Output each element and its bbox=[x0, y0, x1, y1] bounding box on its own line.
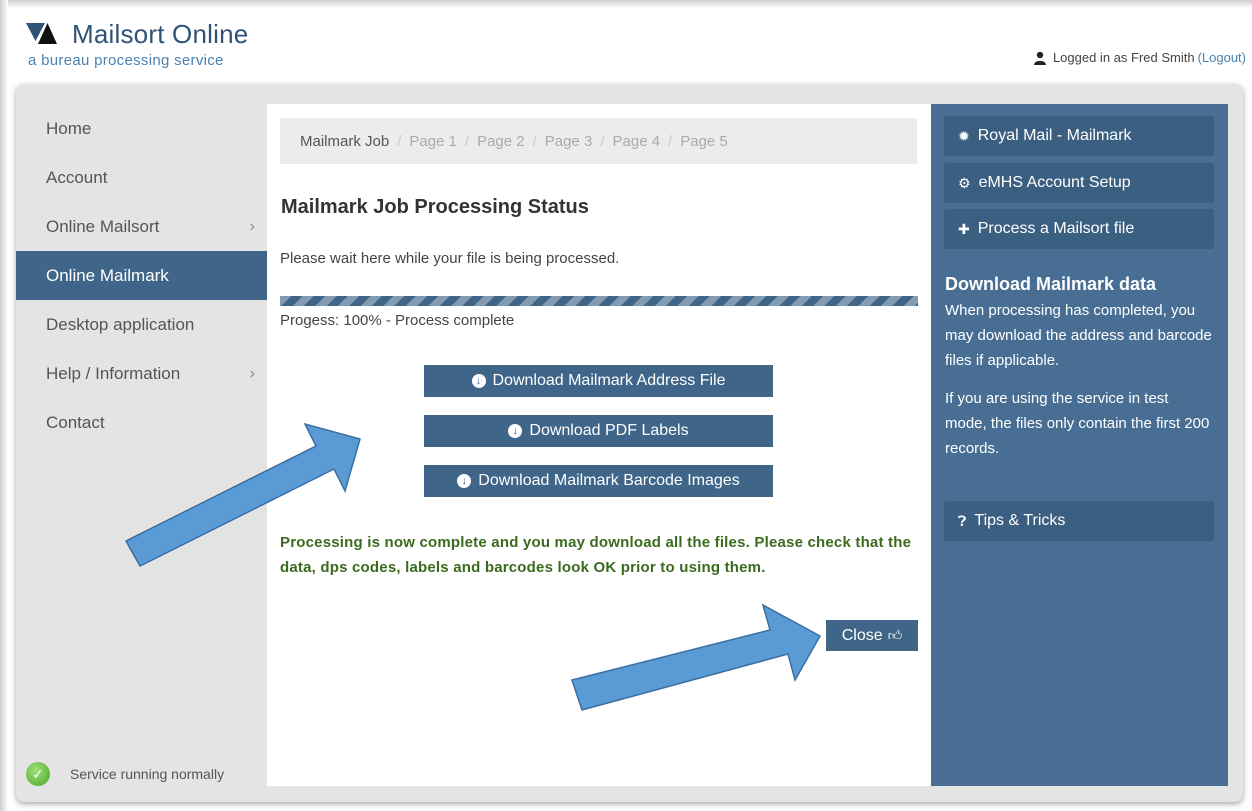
annotation-arrow-left bbox=[124, 422, 361, 567]
annotation-arrows bbox=[124, 422, 822, 711]
annotation-arrow-right bbox=[571, 603, 822, 711]
